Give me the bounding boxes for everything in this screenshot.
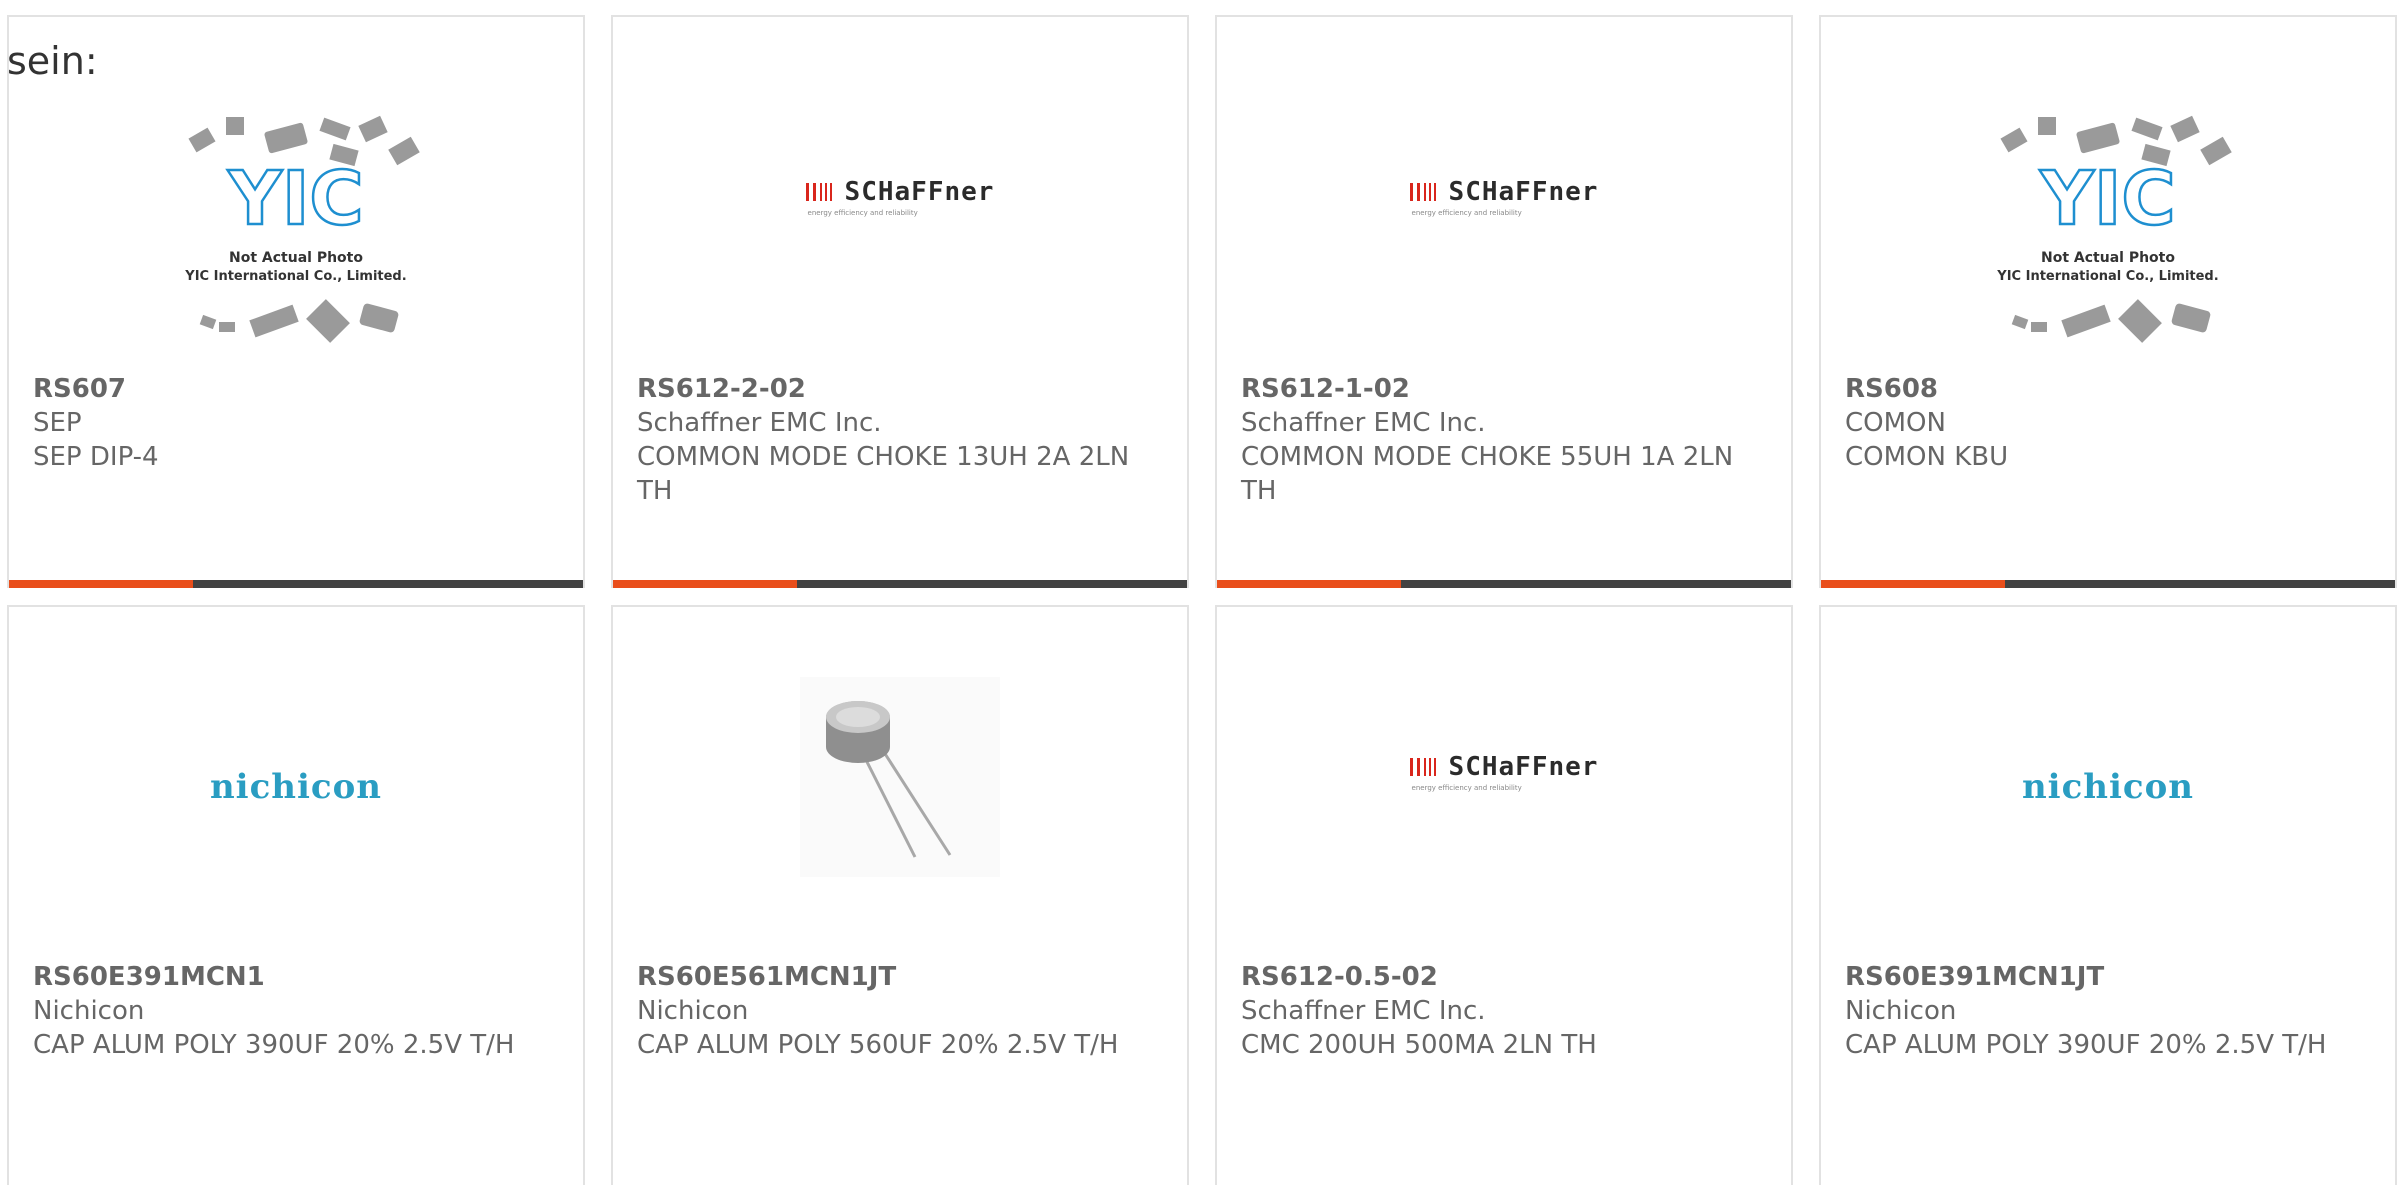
product-card-rs60e391mcn1jt[interactable]: nichicon RS60E391MCN1JT Nichicon CAP ALU… xyxy=(1819,605,2397,1185)
description: COMON KBU xyxy=(1845,442,2009,472)
manufacturer: Schaffner EMC Inc. xyxy=(1241,996,1486,1026)
schaffner-tagline: energy efficiency and reliability xyxy=(1411,209,1522,217)
product-card-rs612-2-02[interactable]: SCHaFFner energy efficiency and reliabil… xyxy=(611,15,1189,588)
product-card-rs612-1-02[interactable]: SCHaFFner energy efficiency and reliabil… xyxy=(1215,15,1793,588)
manufacturer: Schaffner EMC Inc. xyxy=(637,408,882,438)
schaffner-bars-icon xyxy=(805,183,835,201)
card-accent-bar xyxy=(1821,580,2005,588)
part-number-link[interactable]: RS612-2-02 xyxy=(637,372,1157,406)
schaffner-wordmark: SCHaFFner xyxy=(1448,177,1599,207)
product-card-rs612-0.5-02[interactable]: SCHaFFner energy efficiency and reliabil… xyxy=(1215,605,1793,1185)
product-card-rs60e561mcn1jt[interactable]: RS60E561MCN1JT Nichicon CAP ALUM POLY 56… xyxy=(611,605,1189,1185)
card-accent-bar xyxy=(9,580,193,588)
part-number-link[interactable]: RS612-0.5-02 xyxy=(1241,960,1761,994)
yic-caption-1: Not Actual Photo xyxy=(229,250,363,266)
product-image[interactable]: nichicon xyxy=(1821,657,2395,917)
yic-placeholder-image: YIC Not Actual Photo YIC International C… xyxy=(184,115,420,343)
card-bottom-bar xyxy=(1821,580,2395,588)
intro-text: sein: xyxy=(7,39,98,83)
yic-placeholder-image: YIC Not Actual Photo YIC International C… xyxy=(1996,115,2232,343)
schaffner-tagline: energy efficiency and reliability xyxy=(807,209,918,217)
product-card-rs608[interactable]: YIC Not Actual Photo YIC International C… xyxy=(1819,15,2397,588)
nichicon-logo: nichicon xyxy=(209,767,383,807)
yic-caption-1: Not Actual Photo xyxy=(2041,250,2175,266)
manufacturer: Nichicon xyxy=(33,996,145,1026)
card-accent-bar xyxy=(1217,580,1401,588)
product-image[interactable]: SCHaFFner energy efficiency and reliabil… xyxy=(1217,77,1791,317)
schaffner-tagline: energy efficiency and reliability xyxy=(1411,784,1522,792)
part-number-link[interactable]: RS60E391MCN1 xyxy=(33,960,553,994)
part-number-link[interactable]: RS60E561MCN1JT xyxy=(637,960,1157,994)
description: CAP ALUM POLY 390UF 20% 2.5V T/H xyxy=(33,1030,515,1060)
product-card-rs60e391mcn1[interactable]: nichicon RS60E391MCN1 Nichicon CAP ALUM … xyxy=(7,605,585,1185)
card-bottom-bar xyxy=(9,580,583,588)
schaffner-logo: SCHaFFner energy efficiency and reliabil… xyxy=(805,177,995,217)
yic-letters: YIC xyxy=(2039,156,2175,242)
manufacturer: COMON xyxy=(1845,408,1946,438)
product-image[interactable]: SCHaFFner energy efficiency and reliabil… xyxy=(613,77,1187,317)
description: COMMON MODE CHOKE 55UH 1A 2LN TH xyxy=(1241,442,1734,506)
manufacturer: SEP xyxy=(33,408,82,438)
card-accent-bar xyxy=(613,580,797,588)
schaffner-bars-icon xyxy=(1409,183,1439,201)
part-number-link[interactable]: RS612-1-02 xyxy=(1241,372,1761,406)
description: SEP DIP-4 xyxy=(33,442,159,472)
product-image[interactable]: nichicon xyxy=(9,657,583,917)
description: CAP ALUM POLY 390UF 20% 2.5V T/H xyxy=(1845,1030,2327,1060)
schaffner-wordmark: SCHaFFner xyxy=(844,177,995,207)
yic-caption-2: YIC International Co., Limited. xyxy=(184,269,406,284)
schaffner-bars-icon xyxy=(1409,758,1439,776)
manufacturer: Schaffner EMC Inc. xyxy=(1241,408,1486,438)
schaffner-wordmark: SCHaFFner xyxy=(1448,752,1599,782)
description: CAP ALUM POLY 560UF 20% 2.5V T/H xyxy=(637,1030,1119,1060)
capacitor-photo xyxy=(800,677,1000,877)
description: CMC 200UH 500MA 2LN TH xyxy=(1241,1030,1597,1060)
part-number-link[interactable]: RS608 xyxy=(1845,372,2365,406)
card-bottom-bar xyxy=(613,580,1187,588)
product-image[interactable] xyxy=(613,672,1187,882)
part-number-link[interactable]: RS60E391MCN1JT xyxy=(1845,960,2365,994)
product-image[interactable]: YIC Not Actual Photo YIC International C… xyxy=(9,97,583,367)
nichicon-logo: nichicon xyxy=(2021,767,2195,807)
yic-caption-2: YIC International Co., Limited. xyxy=(1996,269,2218,284)
product-card-rs607[interactable]: YIC Not Actual Photo YIC International C… xyxy=(7,15,585,588)
product-image[interactable]: YIC Not Actual Photo YIC International C… xyxy=(1821,97,2395,367)
manufacturer: Nichicon xyxy=(637,996,749,1026)
part-number-link[interactable]: RS607 xyxy=(33,372,553,406)
description: COMMON MODE CHOKE 13UH 2A 2LN TH xyxy=(637,442,1130,506)
yic-letters: YIC xyxy=(227,156,363,242)
card-bottom-bar xyxy=(1217,580,1791,588)
product-image[interactable]: SCHaFFner energy efficiency and reliabil… xyxy=(1217,647,1791,897)
schaffner-logo: SCHaFFner energy efficiency and reliabil… xyxy=(1409,752,1599,792)
schaffner-logo: SCHaFFner energy efficiency and reliabil… xyxy=(1409,177,1599,217)
manufacturer: Nichicon xyxy=(1845,996,1957,1026)
